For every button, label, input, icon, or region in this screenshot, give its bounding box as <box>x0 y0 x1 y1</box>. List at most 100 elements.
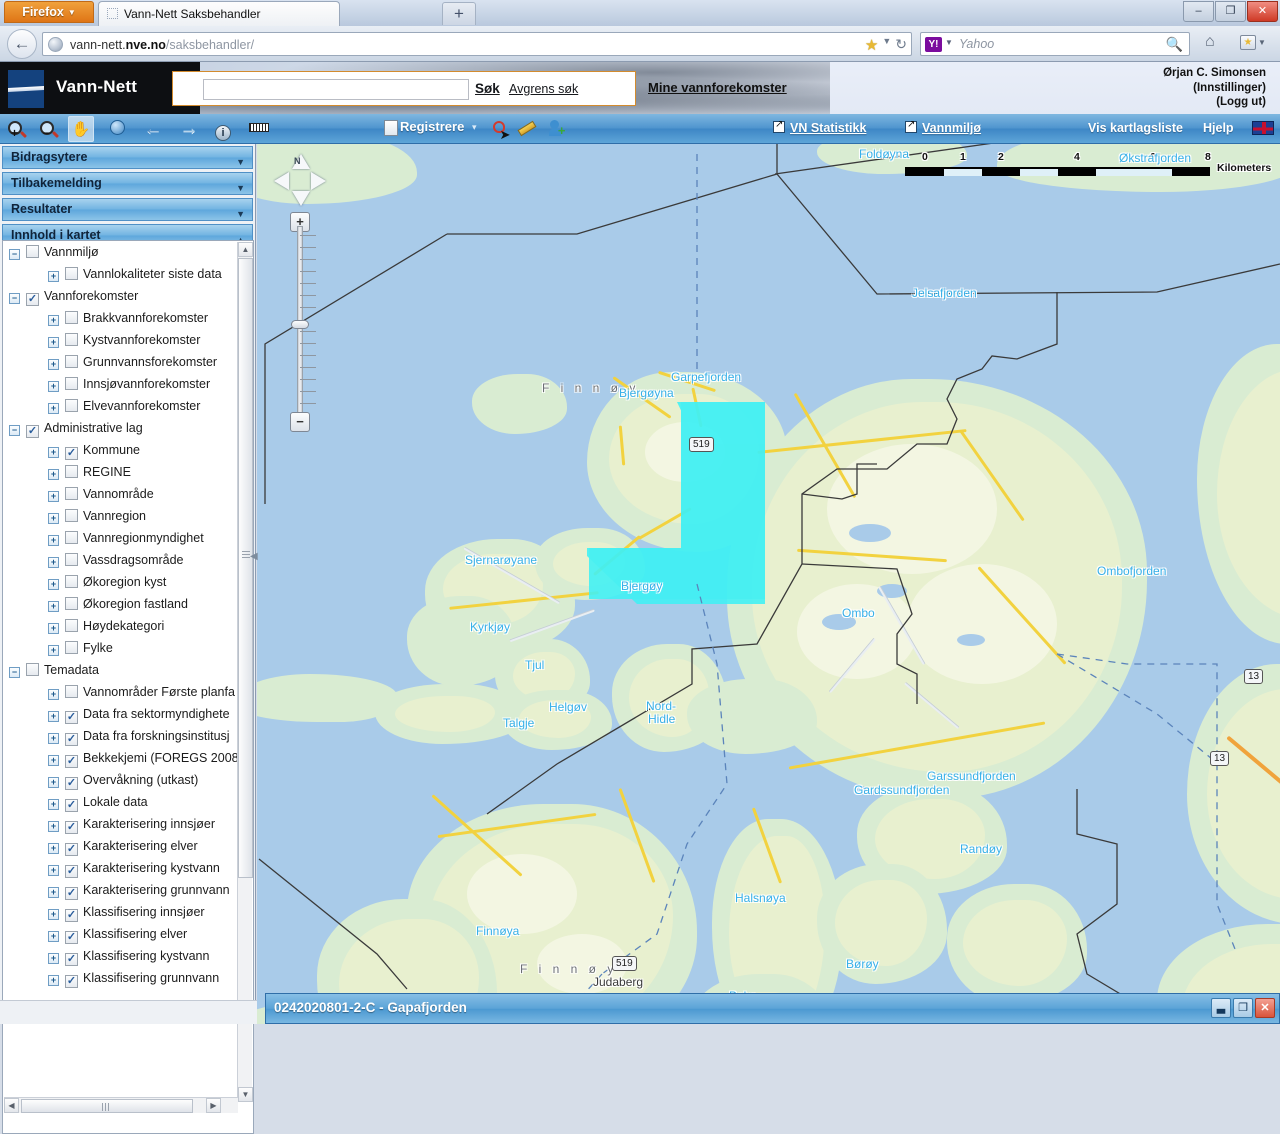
layer-tree-row[interactable]: + ✓ Karakterisering grunnvann <box>3 879 239 901</box>
expand-icon[interactable]: + <box>48 359 59 370</box>
sidebar-collapse-handle[interactable]: ◀ <box>250 545 260 569</box>
back-button[interactable]: ← <box>7 29 37 59</box>
expand-icon[interactable]: + <box>48 601 59 612</box>
firefox-app-menu-button[interactable]: Firefox ▼ <box>4 1 94 23</box>
expand-icon[interactable]: + <box>48 623 59 634</box>
expand-icon[interactable]: + <box>48 975 59 986</box>
layer-checkbox[interactable]: ✓ <box>65 843 78 856</box>
layer-checkbox[interactable] <box>65 487 78 500</box>
layer-tree-row[interactable]: + Kystvannforekomster <box>3 329 239 351</box>
scroll-right-arrow-icon[interactable]: ▶ <box>206 1098 221 1113</box>
draw-pencil-icon[interactable] <box>514 116 540 142</box>
collapse-icon[interactable]: − <box>9 667 20 678</box>
layer-tree-row[interactable]: + ✓ Karakterisering kystvann <box>3 857 239 879</box>
layer-tree-row[interactable]: + ✓ Karakterisering elver <box>3 835 239 857</box>
zoom-full-extent-icon[interactable] <box>104 116 130 142</box>
layer-tree-row[interactable]: + ✓ Klassifisering grunnvann <box>3 967 239 989</box>
expand-icon[interactable]: + <box>48 579 59 590</box>
layer-checkbox[interactable] <box>65 399 78 412</box>
layer-checkbox[interactable] <box>65 355 78 368</box>
show-layerlist-button[interactable]: Vis kartlagsliste <box>1088 121 1183 135</box>
layer-checkbox[interactable] <box>65 553 78 566</box>
layer-tree-row[interactable]: + ✓ Klassifisering innsjøer <box>3 901 239 923</box>
layer-tree-row[interactable]: + Høydekategori <box>3 615 239 637</box>
expand-icon[interactable]: + <box>48 645 59 656</box>
layer-checkbox[interactable] <box>65 311 78 324</box>
expand-icon[interactable]: + <box>48 931 59 942</box>
layer-checkbox[interactable] <box>65 619 78 632</box>
scrollbar-thumb[interactable] <box>21 1099 193 1113</box>
collapse-icon[interactable]: − <box>9 425 20 436</box>
layer-tree-row[interactable]: + ✓ Kommune <box>3 439 239 461</box>
vn-statistikk-link[interactable]: VN Statistikk <box>790 121 866 135</box>
feature-close-button[interactable]: ✕ <box>1255 998 1275 1018</box>
collapse-icon[interactable]: − <box>9 249 20 260</box>
layer-tree-row[interactable]: + REGINE <box>3 461 239 483</box>
layer-tree-row[interactable]: − Vannmiljø <box>3 241 239 263</box>
layer-checkbox[interactable]: ✓ <box>65 711 78 724</box>
layer-checkbox[interactable]: ✓ <box>65 975 78 988</box>
expand-icon[interactable]: + <box>48 711 59 722</box>
accordion-resultater[interactable]: Resultater ▼ <box>2 198 253 221</box>
layer-tree-row[interactable]: + ✓ Bekkekjemi (FOREGS 2008 <box>3 747 239 769</box>
layer-checkbox[interactable] <box>65 597 78 610</box>
layer-tree-row[interactable]: + Vannlokaliteter siste data <box>3 263 239 285</box>
yahoo-icon[interactable]: Y! <box>925 37 942 52</box>
expand-icon[interactable]: + <box>48 271 59 282</box>
layer-checkbox[interactable]: ✓ <box>65 447 78 460</box>
accordion-tilbakemelding[interactable]: Tilbakemelding ▼ <box>2 172 253 195</box>
expand-icon[interactable]: + <box>48 469 59 480</box>
expand-icon[interactable]: + <box>48 821 59 832</box>
window-close-button[interactable]: ✕ <box>1247 1 1278 22</box>
layer-checkbox[interactable]: ✓ <box>65 777 78 790</box>
address-bar[interactable]: vann-nett.nve.no/saksbehandler/ ★ ▼ ↻ <box>42 32 912 56</box>
layer-tree-row[interactable]: + ✓ Lokale data <box>3 791 239 813</box>
layer-checkbox[interactable] <box>26 245 39 258</box>
expand-icon[interactable]: + <box>48 733 59 744</box>
layer-checkbox[interactable]: ✓ <box>65 821 78 834</box>
my-waterbodies-link[interactable]: Mine vannforekomster <box>648 80 787 95</box>
bookmark-star-icon[interactable]: ★ <box>865 36 878 54</box>
layer-checkbox[interactable]: ✓ <box>65 865 78 878</box>
expand-icon[interactable]: + <box>48 513 59 524</box>
help-link[interactable]: Hjelp <box>1203 121 1234 135</box>
search-icon[interactable]: 🔍 <box>1166 36 1183 53</box>
search-button[interactable]: Søk <box>475 81 500 96</box>
new-tab-button[interactable]: + <box>442 2 476 25</box>
expand-icon[interactable]: + <box>48 535 59 546</box>
user-logout-link[interactable]: (Logg ut) <box>1163 95 1266 110</box>
layer-checkbox[interactable] <box>26 663 39 676</box>
expand-icon[interactable]: + <box>48 953 59 964</box>
layer-tree-row[interactable]: + ✓ Karakterisering innsjøer <box>3 813 239 835</box>
feature-restore-button[interactable]: ❐ <box>1233 998 1253 1018</box>
layer-checkbox[interactable] <box>65 377 78 390</box>
scroll-left-arrow-icon[interactable]: ◀ <box>4 1098 19 1113</box>
zoom-slider-thumb[interactable] <box>291 320 309 329</box>
layer-checkbox[interactable]: ✓ <box>65 931 78 944</box>
layer-tree-row[interactable]: + Fylke <box>3 637 239 659</box>
layer-checkbox[interactable]: ✓ <box>65 953 78 966</box>
layer-tree-row[interactable]: + Innsjøvannforekomster <box>3 373 239 395</box>
layer-tree-vertical-scrollbar[interactable]: ▲ ▼ <box>237 242 253 1102</box>
zoom-out-icon[interactable]: − <box>34 116 60 142</box>
layer-tree-row[interactable]: + Vannregionmyndighet <box>3 527 239 549</box>
expand-icon[interactable]: + <box>48 755 59 766</box>
layer-checkbox[interactable] <box>65 267 78 280</box>
refine-search-link[interactable]: Avgrens søk <box>509 82 578 96</box>
layer-tree-row[interactable]: + Vassdragsområde <box>3 549 239 571</box>
expand-icon[interactable]: + <box>48 887 59 898</box>
layer-tree-row[interactable]: + ✓ Data fra sektormyndighete <box>3 703 239 725</box>
layer-checkbox[interactable] <box>65 509 78 522</box>
scroll-up-arrow-icon[interactable]: ▲ <box>238 242 253 257</box>
expand-icon[interactable]: + <box>48 557 59 568</box>
expand-icon[interactable]: + <box>48 799 59 810</box>
layer-checkbox[interactable]: ✓ <box>65 799 78 812</box>
search-input[interactable] <box>203 79 469 100</box>
layer-checkbox[interactable] <box>65 333 78 346</box>
layer-checkbox[interactable] <box>65 641 78 654</box>
browser-search-bar[interactable]: Y! ▼ Yahoo 🔍 <box>920 32 1190 56</box>
layer-tree-row[interactable]: + ✓ Klassifisering kystvann <box>3 945 239 967</box>
expand-icon[interactable]: + <box>48 689 59 700</box>
window-maximize-button[interactable]: ❐ <box>1215 1 1246 22</box>
layer-tree-row[interactable]: + Grunnvannsforekomster <box>3 351 239 373</box>
